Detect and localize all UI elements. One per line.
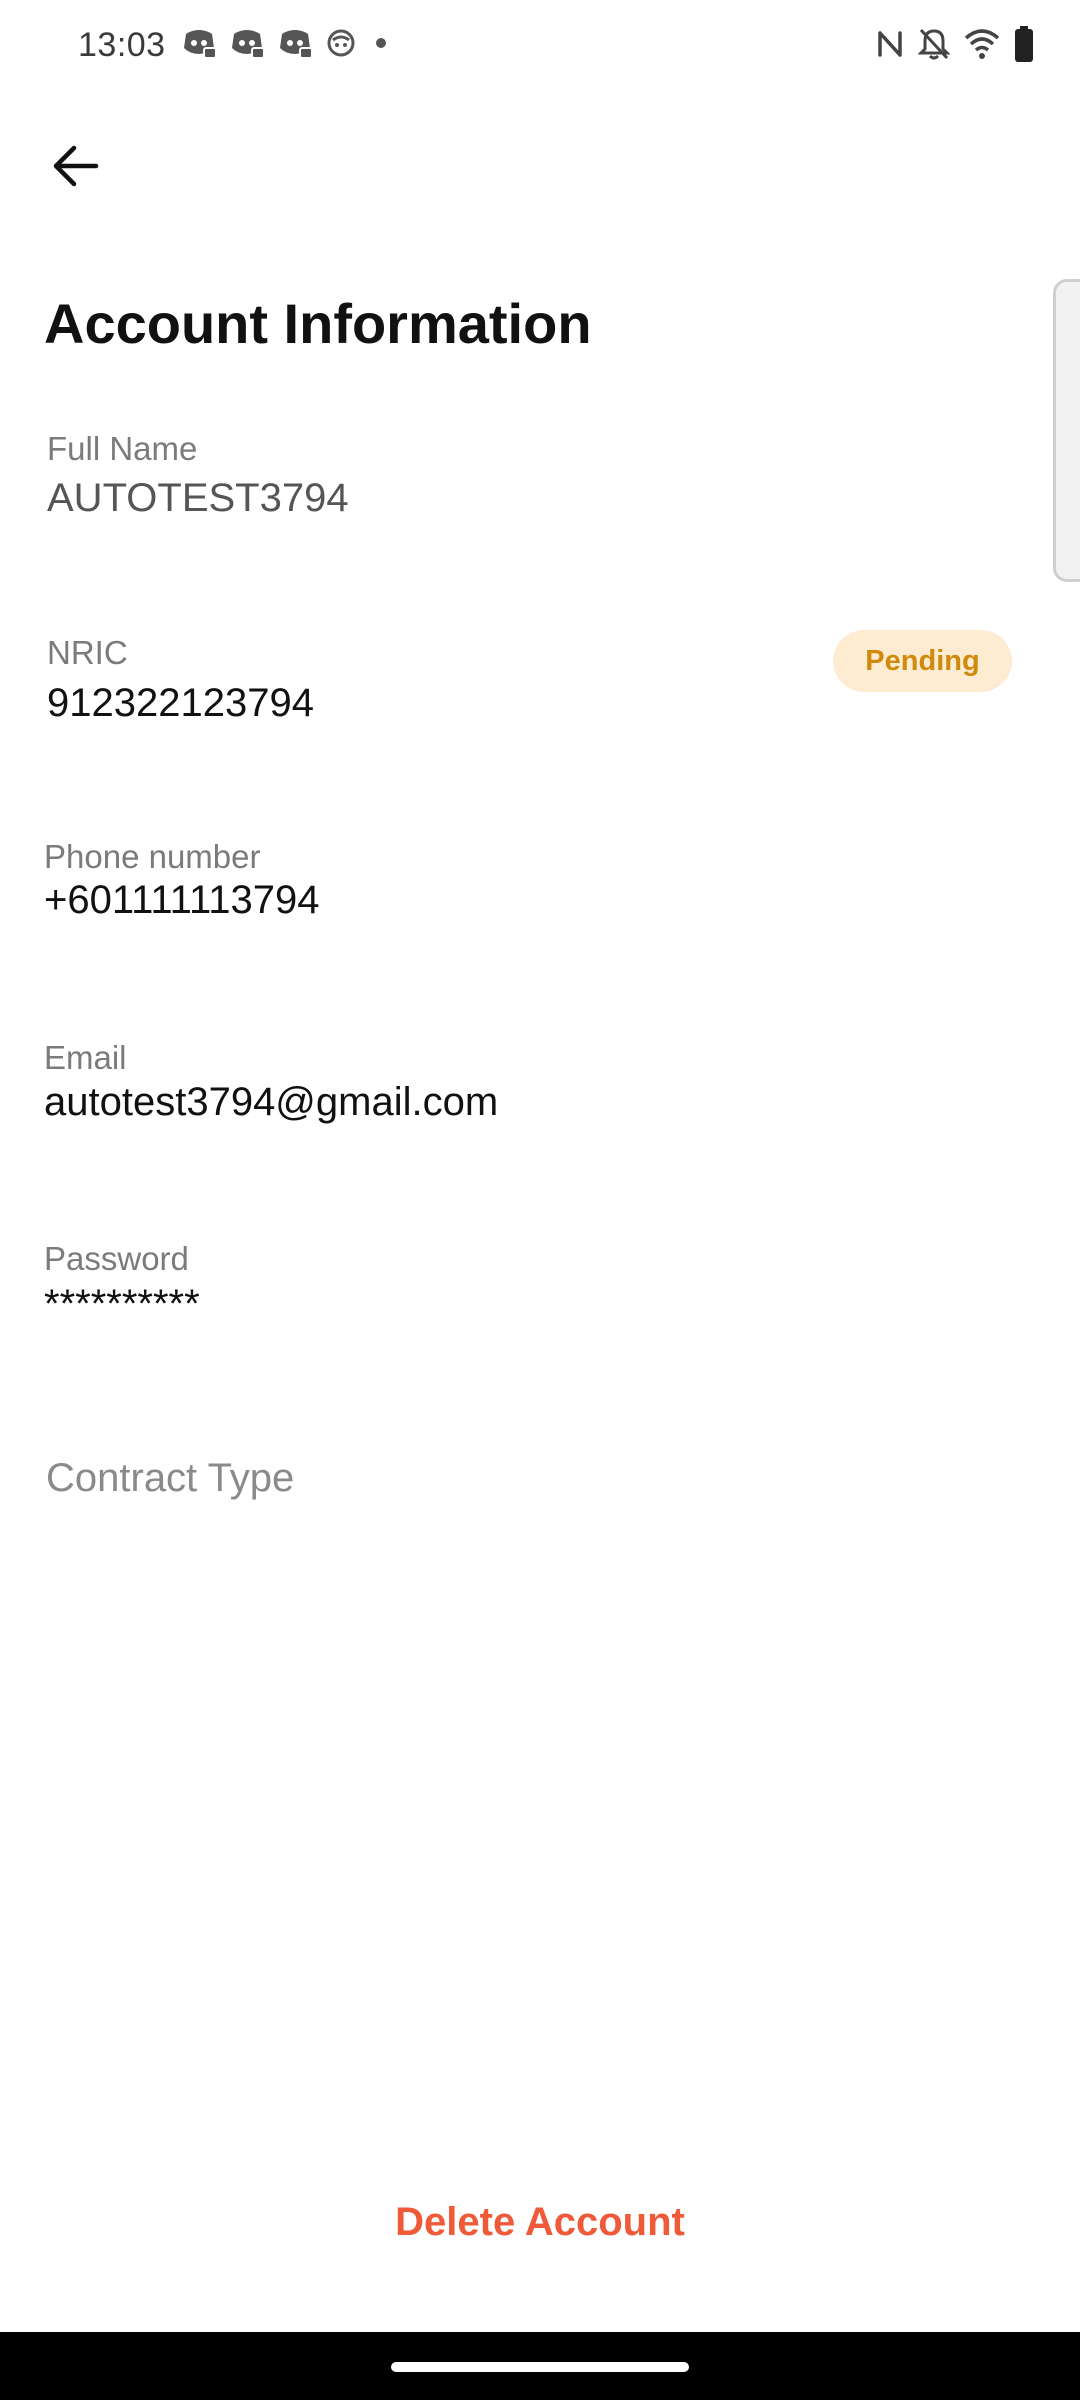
email-value: autotest3794@gmail.com — [44, 1080, 499, 1124]
scrollbar-handle[interactable] — [1053, 279, 1080, 582]
account-information-screen: 13:03 Account Information Full Name AUTO… — [0, 0, 1080, 2400]
back-button[interactable] — [40, 130, 112, 202]
contract-type-label: Contract Type — [46, 1456, 295, 1500]
bell-off-icon — [918, 27, 950, 61]
full-name-value: AUTOTEST3794 — [47, 476, 349, 520]
arrow-left-icon — [53, 145, 99, 187]
dot-icon — [370, 28, 392, 58]
cat-app-icon — [326, 28, 356, 58]
battery-icon — [1014, 26, 1034, 62]
email-label: Email — [44, 1039, 127, 1076]
discord-icon — [230, 28, 264, 58]
page-title: Account Information — [44, 292, 592, 355]
nric-label: NRIC — [47, 634, 128, 671]
full-name-label: Full Name — [47, 430, 198, 467]
nfc-icon — [876, 27, 904, 61]
password-label: Password — [44, 1240, 189, 1277]
delete-account-button[interactable]: Delete Account — [340, 2186, 740, 2258]
phone-number-value: +601111113794 — [44, 878, 320, 922]
wifi-icon — [964, 28, 1000, 60]
nric-value: 912322123794 — [47, 681, 314, 725]
notification-icons — [182, 28, 392, 58]
home-indicator[interactable] — [391, 2362, 689, 2372]
discord-icon — [278, 28, 312, 58]
status-bar: 13:03 — [0, 0, 1080, 96]
system-status-icons — [876, 26, 1034, 62]
status-badge: Pending — [833, 630, 1012, 692]
status-time: 13:03 — [78, 26, 166, 64]
password-value: ********** — [44, 1282, 200, 1326]
discord-icon — [182, 28, 216, 58]
phone-number-label: Phone number — [44, 838, 261, 875]
navigation-bar — [0, 2332, 1080, 2400]
